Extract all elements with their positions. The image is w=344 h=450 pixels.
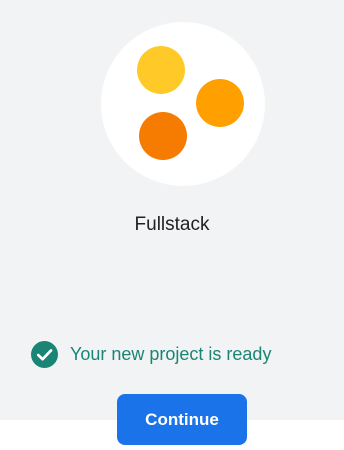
status-message: Your new project is ready <box>31 340 271 368</box>
logo-dot-amber <box>196 79 244 127</box>
project-name: Fullstack <box>134 214 210 235</box>
project-ready-panel: Fullstack Your new project is ready <box>0 0 344 420</box>
logo-dot-yellow <box>137 46 185 94</box>
continue-button[interactable]: Continue <box>117 394 247 445</box>
logo-dot-orange <box>139 112 187 160</box>
status-text: Your new project is ready <box>70 343 272 364</box>
check-circle-icon <box>31 340 58 368</box>
project-logo <box>101 22 265 186</box>
